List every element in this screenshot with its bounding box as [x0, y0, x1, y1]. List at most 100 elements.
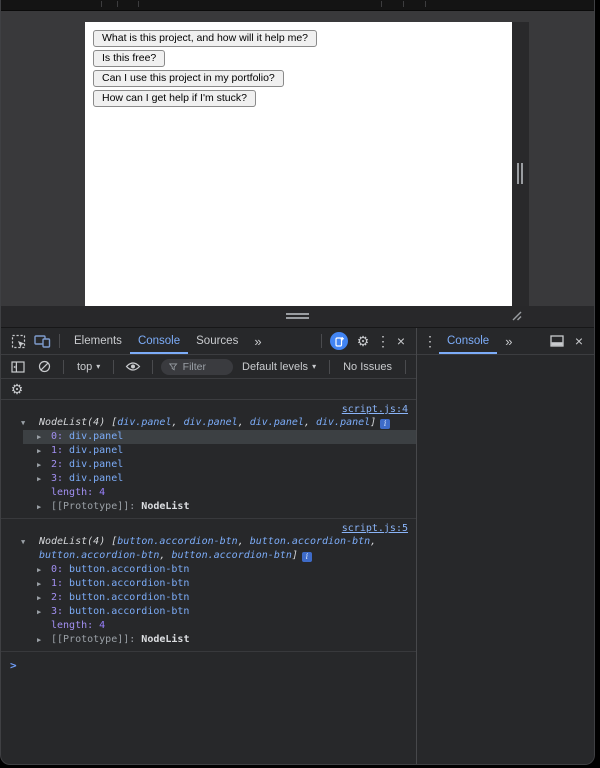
- tree-collapsed-arrow-icon[interactable]: ▶: [37, 605, 41, 619]
- nodelist-item-row[interactable]: ▶1:div.panel: [23, 444, 416, 458]
- length-row: length:4: [23, 619, 416, 633]
- source-link[interactable]: script.js:4: [342, 404, 408, 415]
- toolbar-divider: [329, 360, 330, 374]
- item-index: 2:: [51, 592, 63, 603]
- accordion-button[interactable]: What is this project, and how will it he…: [93, 30, 317, 47]
- execution-context-selector[interactable]: top ▾: [72, 361, 105, 373]
- length-value: 4: [99, 487, 105, 498]
- devtools-tab[interactable]: Elements: [66, 328, 130, 354]
- tab-strip-divider: [403, 1, 404, 7]
- preview-segment: ]: [370, 417, 376, 428]
- tree-collapsed-arrow-icon[interactable]: ▶: [37, 577, 41, 591]
- toggle-device-toolbar-icon[interactable]: [31, 330, 53, 352]
- tree-collapsed-arrow-icon[interactable]: ▶: [37, 472, 41, 486]
- more-tabs-icon[interactable]: »: [248, 334, 267, 349]
- item-index: 1:: [51, 578, 63, 589]
- device-height-resize-handle[interactable]: [286, 313, 309, 319]
- tab-strip-divider: [381, 1, 382, 7]
- browser-tab-strip: [1, 0, 594, 11]
- tree-collapsed-arrow-icon[interactable]: ▶: [37, 633, 41, 647]
- item-value: button.accordion-btn: [69, 606, 189, 617]
- nodelist-preview[interactable]: ▼NodeList(4) [button.accordion-btn, butt…: [1, 535, 416, 563]
- accordion-button[interactable]: Can I use this project in my portfolio?: [93, 70, 284, 87]
- length-row: length:4: [23, 486, 416, 500]
- item-value: div.panel: [69, 459, 123, 470]
- clear-console-icon[interactable]: [33, 356, 55, 378]
- settings-gear-icon[interactable]: ⚙: [352, 330, 374, 352]
- close-devtools-icon[interactable]: ×: [392, 330, 410, 352]
- preview-segment: button.accordion-btn: [171, 550, 291, 561]
- nodelist-item-row[interactable]: ▶2:button.accordion-btn: [23, 591, 416, 605]
- tree-collapsed-arrow-icon[interactable]: ▶: [37, 458, 41, 472]
- nodelist-items: ▶0:div.panel ▶1:div.panel ▶2:div.panel: [1, 430, 416, 486]
- drawer-close-icon[interactable]: ×: [570, 330, 588, 352]
- nodelist-item-row[interactable]: ▶1:button.accordion-btn: [23, 577, 416, 591]
- log-levels-label: Default levels: [242, 361, 308, 373]
- nodelist-item-row[interactable]: ▶2:div.panel: [23, 458, 416, 472]
- drawer-toolbar: ⋮ Console » ×: [417, 328, 594, 355]
- device-width-resize-track[interactable]: [512, 22, 529, 306]
- tab-strip-divider: [117, 1, 118, 7]
- source-link[interactable]: script.js:5: [342, 523, 408, 534]
- nodelist-item-row[interactable]: ▶0:button.accordion-btn: [23, 563, 416, 577]
- log-levels-dropdown[interactable]: Default levels ▾: [237, 361, 321, 373]
- preview-segment: div.panel: [184, 417, 238, 428]
- tree-collapsed-arrow-icon[interactable]: ▶: [37, 444, 41, 458]
- preview-segment: div.panel: [250, 417, 304, 428]
- console-filter-input[interactable]: [183, 361, 225, 373]
- tree-collapsed-arrow-icon[interactable]: ▶: [37, 591, 41, 605]
- preview-segment: ,: [159, 550, 171, 561]
- device-mode-badge-icon[interactable]: [330, 332, 348, 350]
- live-expression-eye-icon[interactable]: [122, 356, 144, 378]
- device-corner-resize-handle[interactable]: [509, 308, 523, 322]
- item-index: 0:: [51, 564, 63, 575]
- info-badge-icon[interactable]: i: [302, 552, 312, 562]
- inspect-element-icon[interactable]: [7, 330, 29, 352]
- device-height-resize-track[interactable]: [1, 306, 594, 328]
- device-width-resize-handle[interactable]: [517, 163, 523, 184]
- preview-segment: div.panel: [117, 417, 171, 428]
- console-prompt[interactable]: >: [1, 652, 416, 672]
- preview-segment: button.accordion-btn: [39, 550, 159, 561]
- console-sidebar-toggle-icon[interactable]: [7, 356, 29, 378]
- tree-collapsed-arrow-icon[interactable]: ▶: [37, 500, 41, 514]
- nodelist-item-row[interactable]: ▶3:div.panel: [23, 472, 416, 486]
- console-output: script.js:4 ▼NodeList(4) [div.panel, div…: [1, 400, 416, 764]
- accordion-button[interactable]: Is this free?: [93, 50, 165, 67]
- console-message: script.js:5 ▼NodeList(4) [button.accordi…: [1, 519, 416, 652]
- preview-segment: button.accordion-btn: [117, 536, 237, 547]
- tree-expand-arrow-icon[interactable]: ▼: [21, 535, 25, 549]
- issues-status[interactable]: No Issues: [338, 361, 397, 373]
- prototype-row[interactable]: ▶[[Prototype]]:NodeList: [23, 633, 416, 647]
- nodelist-preview[interactable]: ▼NodeList(4) [div.panel, div.panel, div.…: [1, 416, 416, 430]
- prototype-row[interactable]: ▶[[Prototype]]:NodeList: [23, 500, 416, 514]
- nodelist-items: ▶0:button.accordion-btn ▶1:button.accord…: [1, 563, 416, 619]
- drawer-more-options-icon[interactable]: ⋮: [423, 330, 437, 352]
- more-options-icon[interactable]: ⋮: [376, 330, 390, 352]
- tree-collapsed-arrow-icon[interactable]: ▶: [37, 430, 41, 444]
- prompt-chevron-icon: >: [10, 659, 17, 672]
- item-value: div.panel: [69, 473, 123, 484]
- prototype-value: NodeList: [141, 634, 189, 645]
- drawer-more-tabs-icon[interactable]: »: [499, 334, 518, 349]
- devtools-tab[interactable]: Console: [130, 328, 188, 354]
- drawer-tab-console[interactable]: Console: [439, 328, 497, 354]
- devtools-tab[interactable]: Sources: [188, 328, 246, 354]
- tree-expand-arrow-icon[interactable]: ▼: [21, 416, 25, 430]
- info-badge-icon[interactable]: i: [380, 419, 390, 429]
- console-settings-gear-icon[interactable]: ⚙: [6, 380, 28, 398]
- dock-panel-icon[interactable]: [546, 330, 568, 352]
- prototype-value: NodeList: [141, 501, 189, 512]
- nodelist-item-row[interactable]: ▶3:button.accordion-btn: [23, 605, 416, 619]
- tree-collapsed-arrow-icon[interactable]: ▶: [37, 563, 41, 577]
- devtools-tabs: Elements Console Sources: [66, 328, 246, 354]
- preview-segment: div.panel: [316, 417, 370, 428]
- nodelist-item-row[interactable]: ▶0:div.panel: [23, 430, 416, 444]
- item-value: div.panel: [69, 431, 123, 442]
- toolbar-divider: [405, 360, 406, 374]
- console-filter-field[interactable]: [161, 359, 233, 375]
- chevron-down-icon: ▾: [312, 362, 316, 371]
- item-value: div.panel: [69, 445, 123, 456]
- toolbar-divider: [63, 360, 64, 374]
- accordion-button[interactable]: How can I get help if I'm stuck?: [93, 90, 256, 107]
